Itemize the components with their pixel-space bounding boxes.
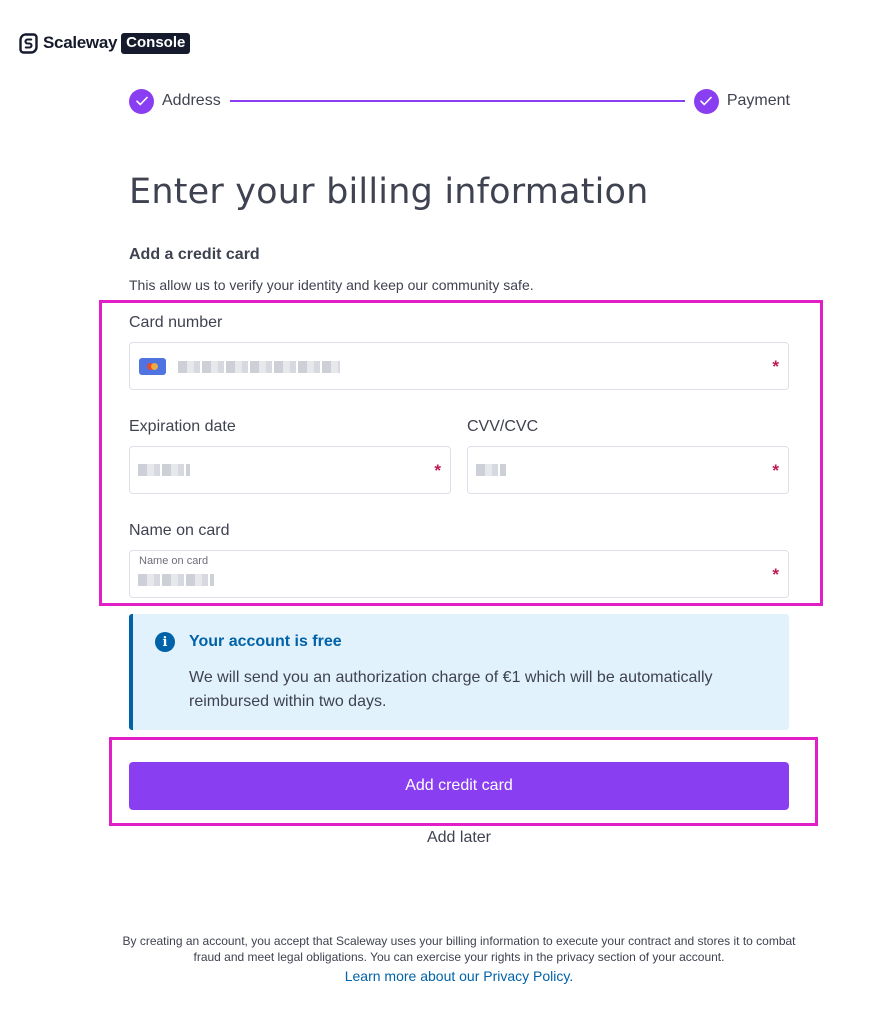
expiration-date-input[interactable]: * [129,446,451,494]
scaleway-logo-icon [19,32,38,54]
section-description: This allow us to verify your identity an… [129,277,534,293]
legal-footer: By creating an account, you accept that … [110,933,808,987]
add-later-link[interactable]: Add later [0,829,895,847]
add-credit-card-button[interactable]: Add credit card [129,762,789,810]
privacy-policy-link[interactable]: Learn more about our Privacy Policy. [110,966,808,987]
expiration-value-redacted [138,464,190,476]
cvv-input[interactable]: * [467,446,789,494]
info-text: We will send you an authorization charge… [189,669,713,710]
info-icon: i [155,632,175,652]
required-asterisk: * [772,357,779,376]
name-on-card-input[interactable]: Name on card * [129,550,789,598]
step-address: Address [129,88,221,114]
step-label-address: Address [162,92,221,109]
brand-name: Scaleway [43,33,118,52]
step-connector [229,100,685,102]
scaleway-logo[interactable]: Scaleway Console [19,32,191,54]
info-title: Your account is free [189,633,342,650]
section-title: Add a credit card [129,246,260,263]
cvv-label: CVV/CVC [467,418,539,435]
card-number-value-redacted [178,361,340,373]
name-on-card-floating-label: Name on card [139,555,209,567]
check-icon [129,88,154,114]
cvv-value-redacted [476,464,506,476]
required-asterisk: * [772,461,779,480]
name-value-redacted [138,574,214,586]
legal-text: By creating an account, you accept that … [122,934,796,964]
step-label-payment: Payment [726,92,790,109]
credit-card-icon [139,358,166,375]
required-asterisk: * [434,461,441,480]
console-badge: Console [121,32,191,54]
stepper: Address Payment [129,88,790,114]
card-number-input[interactable]: * [129,342,789,390]
card-number-label: Card number [129,314,223,331]
info-alert: i Your account is free We will send you … [129,614,789,730]
check-icon [693,88,719,114]
required-asterisk: * [772,565,779,584]
expiration-date-label: Expiration date [129,418,236,435]
page-title: Enter your billing information [129,172,649,212]
step-payment: Payment [693,88,790,114]
name-on-card-label: Name on card [129,522,230,539]
